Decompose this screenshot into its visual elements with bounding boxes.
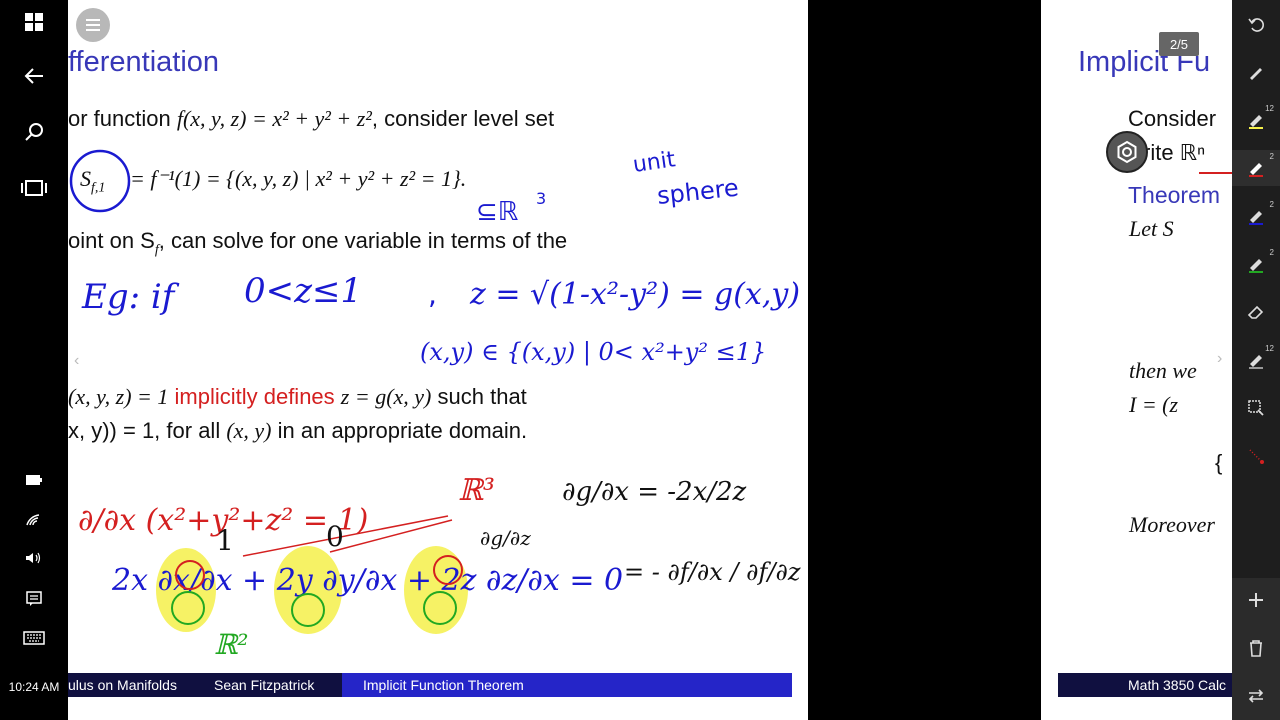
undo-icon[interactable] (1232, 6, 1280, 42)
ink-comma: , (428, 278, 437, 311)
windows-taskbar: 10:24 AM (0, 0, 68, 720)
prev-page-chevron-icon[interactable]: ‹ (74, 352, 79, 370)
swap-icon[interactable] (1232, 678, 1280, 714)
ink-ratio: = - ∂f/∂x / ∂f/∂z (624, 558, 801, 586)
slide-footer: ulus on Manifolds Sean Fitzpatrick Impli… (68, 673, 792, 697)
page-indicator-badge: 2/5 (1159, 32, 1199, 56)
ink-domain: (x,y) ∈ {(x,y) | 0< x²+y² ≤1} (420, 338, 766, 367)
eraser-icon[interactable] (1232, 294, 1280, 330)
slide2-red-underline (1199, 172, 1232, 174)
pen-green-count: 2 (1269, 248, 1274, 257)
settings-gear-button[interactable] (1106, 131, 1148, 173)
footer-course: ulus on Manifolds (68, 677, 177, 693)
ink-r3: ℝ³ (458, 473, 495, 508)
toolbar-bottom-section (1232, 578, 1280, 720)
next-slide-preview[interactable]: Implicit Fu 2/5 Consider rite ℝⁿ Theorem… (1041, 0, 1232, 720)
gear-icon (1117, 140, 1137, 164)
battery-icon[interactable] (0, 470, 68, 490)
slide2-footer: Math 3850 Calc (1058, 673, 1232, 697)
ink-zero: 0 (326, 520, 344, 553)
add-page-icon[interactable] (1232, 582, 1280, 618)
ink-circle-sf (69, 149, 131, 213)
menu-button[interactable] (76, 8, 110, 42)
ink-layer[interactable]: unit sphere ⊆ℝ 3 Eg: if 0<z≤1 , z = √(1-… (68, 0, 808, 720)
delete-icon[interactable] (1232, 630, 1280, 666)
search-icon[interactable] (0, 118, 68, 146)
taskbar-clock[interactable]: 10:24 AM (0, 680, 68, 694)
volume-icon[interactable] (0, 548, 68, 568)
back-arrow-icon[interactable] (0, 62, 68, 90)
highlighter-icon[interactable]: 12 (1232, 102, 1280, 138)
slide2-write: rite ℝⁿ (1143, 140, 1206, 165)
ink-dgdx: ∂g/∂x = -2x/2z (562, 477, 747, 507)
pen-black-count: 12 (1265, 344, 1274, 353)
pen-red-count: 2 (1269, 152, 1274, 161)
pen-icon[interactable] (1232, 54, 1280, 90)
keyboard-icon[interactable] (0, 628, 68, 648)
pen-green-icon[interactable]: 2 (1232, 246, 1280, 282)
footer-author: Sean Fitzpatrick (214, 677, 315, 693)
pen-blue-count: 2 (1269, 200, 1274, 209)
ink-one: 1 (216, 524, 234, 557)
notification-icon[interactable] (0, 588, 68, 610)
slide2-brace: { (1215, 450, 1223, 475)
lasso-icon[interactable] (1232, 390, 1280, 426)
ink-cond: 0<z≤1 (244, 271, 362, 311)
black-gap (808, 0, 1041, 720)
ink-unit: unit (631, 147, 677, 178)
slide2-consider: Consider (1128, 106, 1217, 131)
pen-blue-icon[interactable]: 2 (1232, 198, 1280, 234)
slide2-then: then we (1129, 358, 1197, 383)
ink-eg: Eg: if (81, 277, 180, 317)
footer-left: ulus on Manifolds Sean Fitzpatrick (68, 673, 342, 697)
slide2-i-eq: I = (z (1129, 392, 1179, 417)
footer-topic: Implicit Function Theorem (342, 673, 792, 697)
windows-icon[interactable] (0, 8, 68, 36)
highlighter-count: 12 (1265, 104, 1274, 113)
slide2-let: Let S (1129, 216, 1174, 241)
pen-black-icon[interactable]: 12 (1232, 342, 1280, 378)
pen-red-icon[interactable]: 2 (1232, 150, 1280, 186)
ink-dg-small: ∂g/∂z (480, 526, 531, 550)
wifi-icon[interactable] (0, 510, 68, 530)
task-view-icon[interactable] (0, 174, 68, 202)
pen-toolbar: 12 2 2 2 12 (1232, 0, 1280, 720)
ink-sphere: sphere (656, 174, 740, 210)
main-slide[interactable]: fferentiation or function f(x, y, z) = x… (68, 0, 808, 720)
ink-r2: ℝ² (214, 628, 249, 661)
slide2-theorem: Theorem (1128, 182, 1221, 208)
screen: 10:24 AM fferentiation or function f(x, … (0, 0, 1280, 720)
slide2-moreover: Moreover (1129, 512, 1215, 537)
ink-subset: ⊆ℝ (476, 197, 519, 227)
laser-icon[interactable] (1232, 438, 1280, 474)
ink-sqrt: z = √(1-x²-y²) = g(x,y) (469, 277, 800, 312)
next-page-chevron-icon[interactable]: › (1217, 350, 1222, 368)
ink-subset-exp: 3 (536, 189, 546, 208)
